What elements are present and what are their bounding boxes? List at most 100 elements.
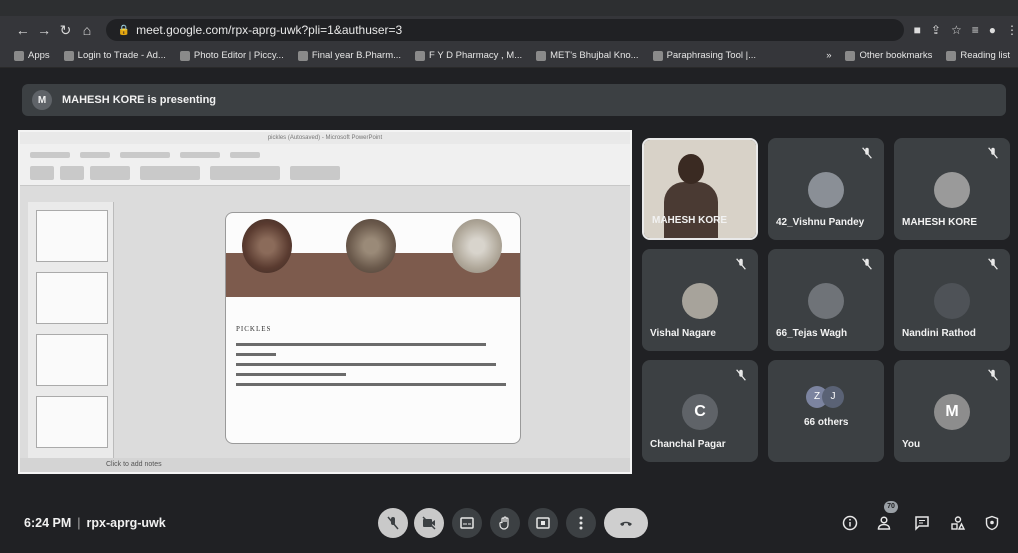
camera-off-icon [422,516,436,530]
activities-icon [951,516,966,530]
hand-icon [499,516,509,530]
control-bar: 6:24 PM | rpx-aprg-uwk 70 [0,493,1018,553]
star-icon[interactable]: ☆ [951,23,962,37]
reading-list-icon[interactable]: ≡ [972,23,979,37]
mic-off-icon [736,258,746,270]
participant-avatar [934,172,970,208]
chat-button[interactable] [912,513,932,533]
person-figure [664,182,718,238]
bookmark-fyd-pharmacy[interactable]: F Y D Pharmacy , M... [415,50,522,61]
participant-avatar [808,283,844,319]
mic-off-icon [988,369,998,381]
ppt-notes: Click to add notes [20,458,630,472]
back-icon[interactable]: ← [12,22,33,38]
mic-toggle-button[interactable] [378,508,408,538]
participant-name: You [902,439,921,450]
present-button[interactable] [528,508,558,538]
mic-off-icon [988,147,998,159]
participant-avatar [682,283,718,319]
slide-text-line [236,363,496,366]
bookmarks-bar: Apps Login to Trade - Ad... Photo Editor… [0,44,1018,68]
pickle-image [346,219,396,273]
present-icon [536,517,550,529]
slide-thumbnail[interactable] [36,272,108,324]
raise-hand-button[interactable] [490,508,520,538]
slide-text-line [236,383,506,386]
site-icon [63,50,74,61]
reading-list[interactable]: Reading list [946,50,1010,61]
participant-tile-self[interactable]: M You [894,360,1010,462]
mic-off-icon [988,258,998,270]
more-vert-icon [579,516,583,530]
participant-name: 42_Vishnu Pandey [776,217,865,228]
other-bookmarks[interactable]: Other bookmarks [845,50,932,61]
forward-icon[interactable]: → [33,22,54,38]
bookmark-photo-editor[interactable]: Photo Editor | Piccy... [179,50,284,61]
shield-icon [985,515,999,531]
mic-off-icon [862,147,872,159]
pickle-image [452,219,502,273]
slide-thumbnail[interactable] [36,334,108,386]
current-slide: PICKLES [225,212,521,444]
participant-tile[interactable]: Vishal Nagare [642,249,758,351]
people-button[interactable] [874,513,894,533]
participant-tile[interactable]: MAHESH KORE [642,138,758,240]
site-icon [536,50,547,61]
pickle-image [242,219,292,273]
camera-toggle-button[interactable] [414,508,444,538]
bookmarks-chevron[interactable]: » [826,50,831,61]
presenter-avatar: M [32,90,52,110]
profile-icon[interactable]: ● [989,23,996,37]
participant-name: 66_Tejas Wagh [776,328,848,339]
bookmark-login-trade[interactable]: Login to Trade - Ad... [63,50,166,61]
bookmark-apps[interactable]: Apps [14,50,50,61]
home-icon[interactable]: ⌂ [76,22,97,38]
captions-button[interactable] [452,508,482,538]
slide-thumbnail[interactable] [36,396,108,448]
bookmark-final-year[interactable]: Final year B.Pharm... [297,50,401,61]
presenting-text: MAHESH KORE is presenting [62,94,217,106]
participant-avatar: M [934,394,970,430]
participant-tile[interactable]: 42_Vishnu Pandey [768,138,884,240]
participant-tile[interactable]: MAHESH KORE [894,138,1010,240]
slide-thumbnails [28,202,114,462]
hang-up-icon [620,521,632,526]
others-tile[interactable]: Z J 66 others [768,360,884,462]
captions-icon [460,517,474,529]
participant-tile[interactable]: 66_Tejas Wagh [768,249,884,351]
bookmark-paraphrasing[interactable]: Paraphrasing Tool |... [652,50,756,61]
address-bar: ← → ↻ ⌂ 🔒 meet.google.com/rpx-aprg-uwk?p… [0,16,1018,44]
info-icon [842,515,858,531]
participant-tile[interactable]: C Chanchal Pagar [642,360,758,462]
activities-button[interactable] [948,513,968,533]
people-icon [877,516,891,530]
more-options-button[interactable] [566,508,596,538]
site-icon [297,50,308,61]
participant-name: MAHESH KORE [652,215,728,226]
participant-avatar: C [682,394,718,430]
slide-thumbnail[interactable] [36,210,108,262]
participant-count-badge: 70 [884,501,898,513]
host-controls-button[interactable] [982,513,1002,533]
slide-heading: PICKLES [236,325,272,333]
share-icon[interactable]: ⇪ [931,23,941,37]
meeting-code: rpx-aprg-uwk [86,516,166,530]
reading-list-icon [946,50,957,61]
slide-text-line [236,343,486,346]
lock-icon: 🔒 [117,24,131,36]
folder-icon [845,50,856,61]
url-field[interactable]: 🔒 meet.google.com/rpx-aprg-uwk?pli=1&aut… [105,19,904,41]
site-icon [415,50,426,61]
person-figure [678,154,704,184]
camera-icon[interactable]: ■ [914,23,921,37]
reload-icon[interactable]: ↻ [55,22,76,39]
mic-off-icon [862,258,872,270]
meeting-details-button[interactable] [840,513,860,533]
bookmark-met-bhujbal[interactable]: MET's Bhujbal Kno... [536,50,639,61]
leave-call-button[interactable] [604,508,648,538]
participant-tile[interactable]: Nandini Rathod [894,249,1010,351]
participant-avatar [934,283,970,319]
menu-icon[interactable]: ⋮ [1006,23,1018,37]
site-icon [179,50,190,61]
other-avatar: J [822,386,844,408]
